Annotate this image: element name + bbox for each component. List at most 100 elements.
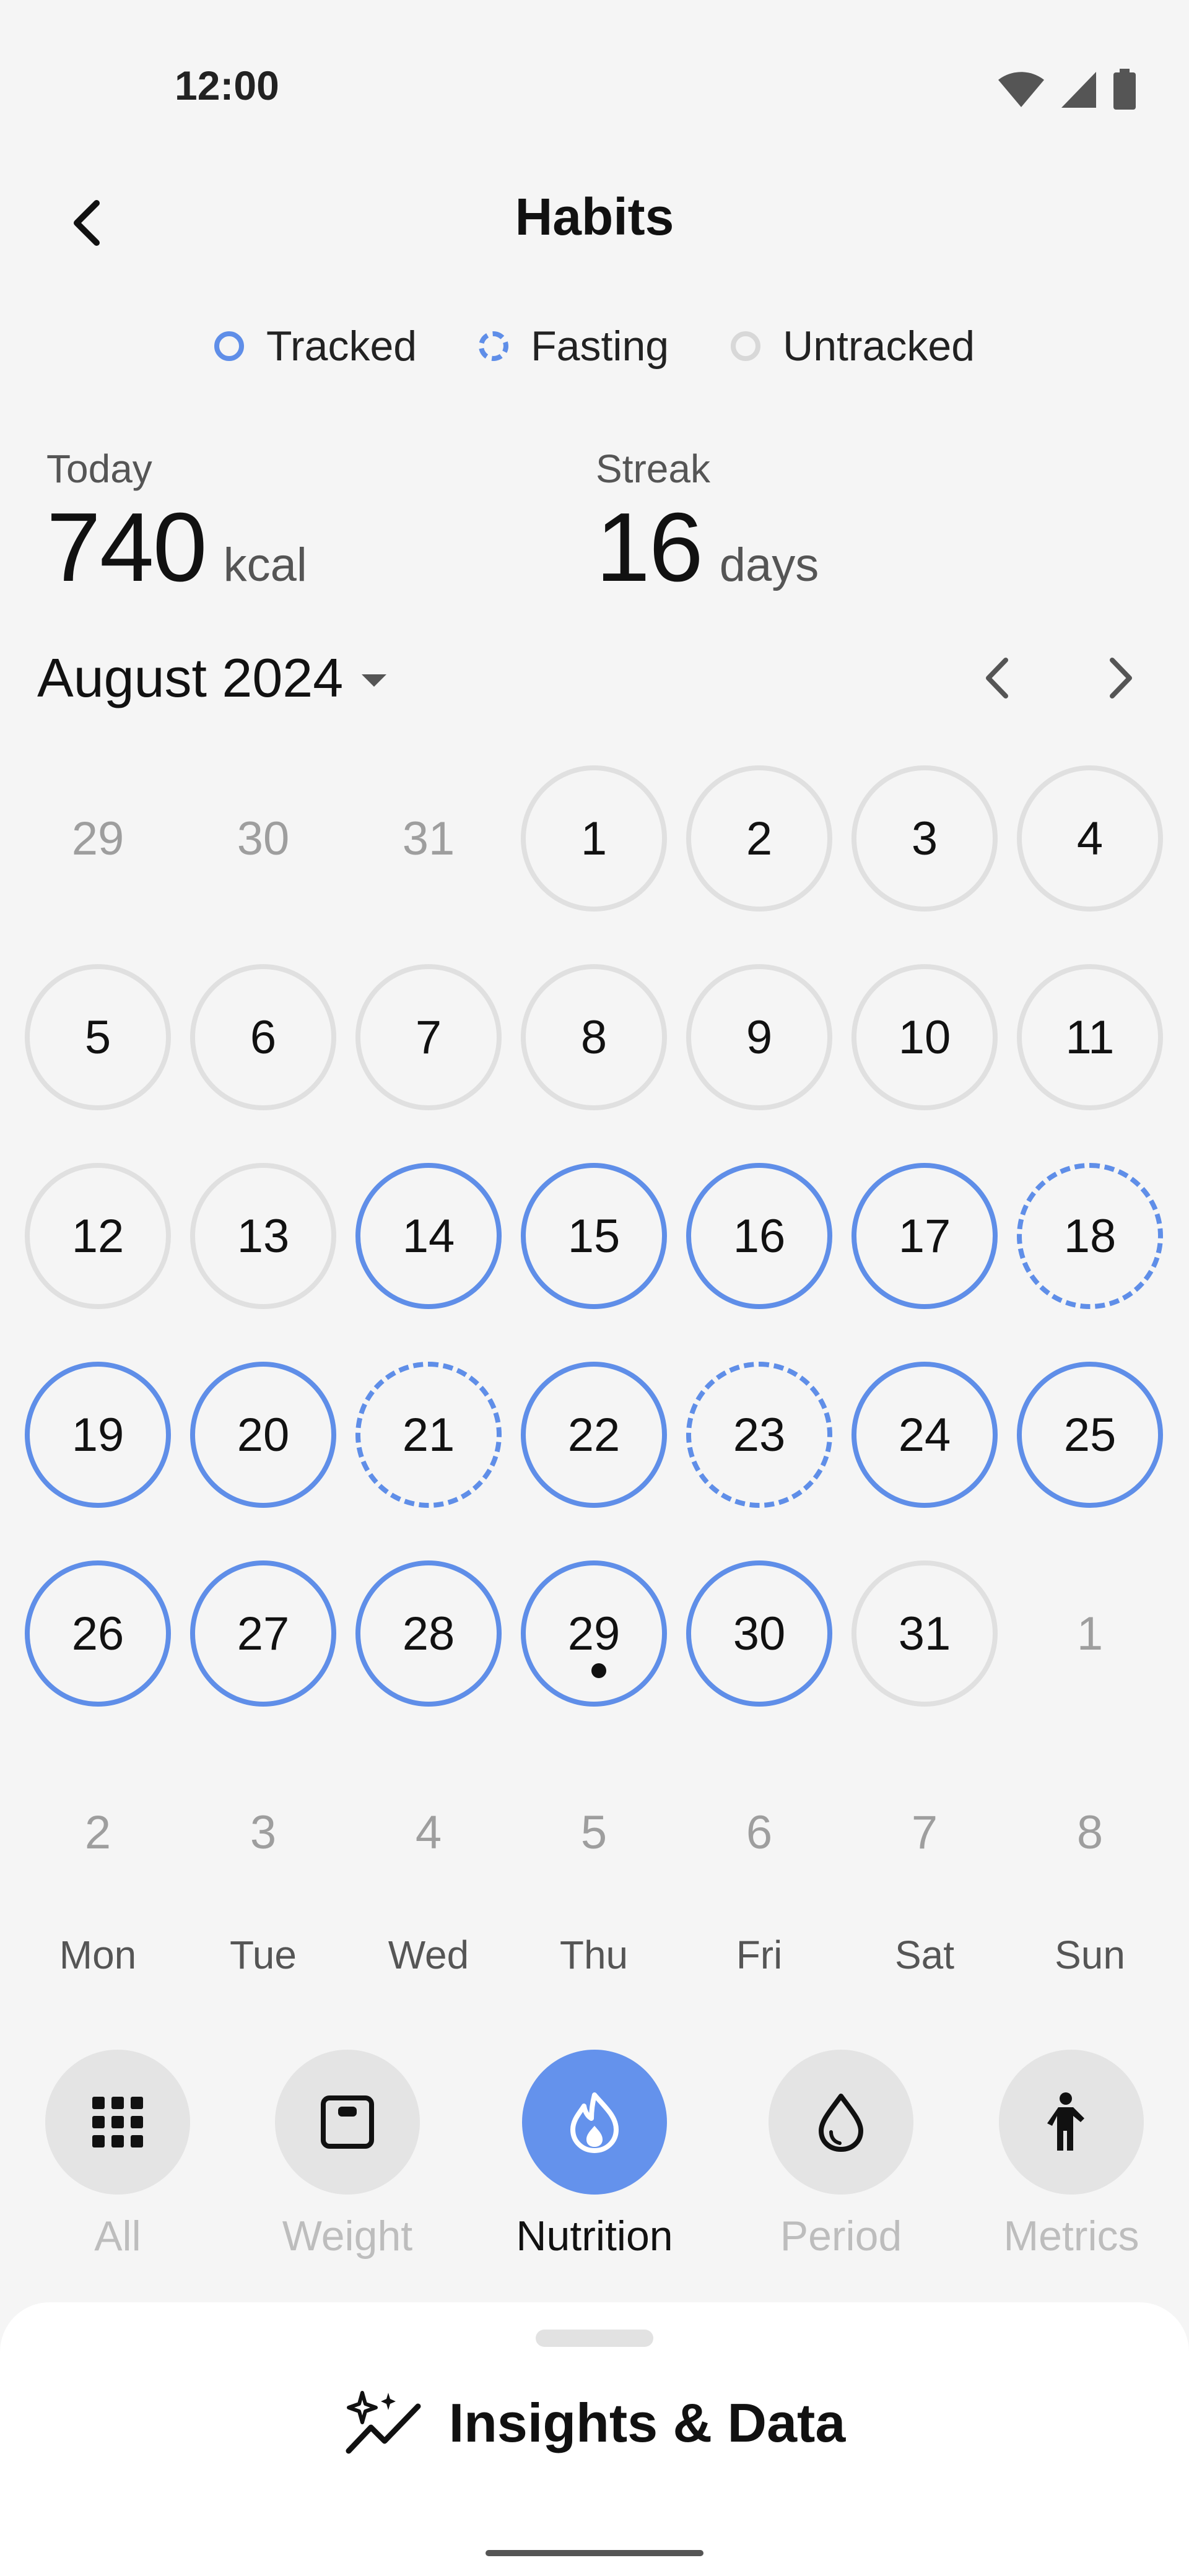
category-label: Period [780,2213,902,2260]
calendar-day-tracked[interactable]: 14 [355,1163,502,1309]
insights-button[interactable]: Insights & Data [0,2389,1189,2457]
calendar-day-number: 4 [415,1806,442,1859]
calendar-day-number: 1 [580,812,608,865]
calendar-day-number: 6 [250,1011,277,1064]
calendar-day-number: 23 [733,1408,786,1461]
calendar-day-fasting[interactable]: 21 [355,1362,502,1508]
calendar-day-untracked[interactable]: 5 [25,964,171,1110]
calendar-day-tracked[interactable]: 29 [521,1560,667,1707]
legend-item-tracked: Tracked [214,322,417,370]
category-all[interactable]: All [25,2050,211,2260]
calendar-day-untracked[interactable]: 31 [851,1560,998,1707]
calendar-day-untracked[interactable]: 11 [1017,964,1163,1110]
calendar-day-number: 2 [84,1806,111,1859]
calendar-day-number: 5 [84,1011,111,1064]
calendar-day-number: 17 [898,1209,951,1263]
calendar-day-untracked[interactable]: 3 [851,765,998,912]
month-header: August 2024 [37,641,1152,715]
month-dropdown[interactable]: August 2024 [37,646,387,710]
calendar-day-untracked[interactable]: 7 [355,964,502,1110]
calendar-day-number: 29 [71,812,124,865]
calendar-day-untracked[interactable]: 1 [521,765,667,912]
calendar-day-number: 20 [237,1408,290,1461]
weekday-label: Sat [894,1933,955,1977]
calendar-day-tracked[interactable]: 17 [851,1163,998,1309]
calendar-day-number: 10 [898,1011,951,1064]
calendar-week-row: 29 30 31 1 2 3 4 [0,765,1189,964]
calendar-day-fasting[interactable]: 18 [1017,1163,1163,1309]
calendar-day-fasting[interactable]: 23 [686,1362,832,1508]
calendar-day-number: 9 [746,1011,773,1064]
status-time: 12:00 [175,63,279,108]
category-metrics[interactable]: Metrics [978,2050,1164,2260]
insights-sheet[interactable]: Insights & Data [0,2302,1189,2576]
sheet-drag-handle[interactable] [536,2330,653,2347]
today-indicator-dot [591,1663,606,1678]
calendar-day-tracked[interactable]: 19 [25,1362,171,1508]
calendar-day-number: 6 [746,1806,773,1859]
calendar-day-untracked[interactable]: 13 [190,1163,336,1309]
calendar-day-number: 24 [898,1408,951,1461]
calendar-day-number: 11 [1065,1011,1115,1064]
flame-icon [570,2092,619,2153]
today-value: 740 [46,493,207,602]
calendar-day-tracked[interactable]: 26 [25,1560,171,1707]
previous-month-button[interactable] [966,647,1028,709]
calendar-day-tracked[interactable]: 24 [851,1362,998,1508]
category-tabs: All Weight Nutrition Period Metrics [0,2050,1189,2273]
category-period[interactable]: Period [748,2050,934,2260]
weekday-label: Wed [388,1933,469,1977]
fasting-dot-icon [479,331,509,361]
page-title: Habits [515,188,674,246]
caret-down-icon [362,674,387,687]
calendar-day-tracked[interactable]: 28 [355,1560,502,1707]
status-icons [997,68,1137,111]
calendar-day-untracked[interactable]: 4 [1017,765,1163,912]
calendar-day-outside: 5 [521,1759,667,1905]
calendar-week-row: 2 3 4 5 6 7 8 [0,1759,1189,1958]
calendar-day-untracked[interactable]: 2 [686,765,832,912]
calendar-day-untracked[interactable]: 12 [25,1163,171,1309]
legend: Tracked Fasting Untracked [0,322,1189,370]
calendar-day-untracked[interactable]: 10 [851,964,998,1110]
calendar-day-tracked[interactable]: 16 [686,1163,832,1309]
calendar-day-number: 31 [898,1607,951,1660]
calendar-day-tracked[interactable]: 15 [521,1163,667,1309]
wifi-icon [998,72,1044,107]
streak-value: 16 [596,493,703,602]
calendar-day-outside: 31 [355,765,502,912]
calendar-day-number: 3 [911,812,938,865]
calendar-day-tracked[interactable]: 30 [686,1560,832,1707]
calendar-day-number: 13 [237,1209,290,1263]
next-month-button[interactable] [1090,647,1152,709]
calendar-day-number: 29 [567,1607,621,1660]
calendar-day-tracked[interactable]: 20 [190,1362,336,1508]
calendar-day-tracked[interactable]: 27 [190,1560,336,1707]
calendar-day-untracked[interactable]: 9 [686,964,832,1110]
calendar-day-number: 30 [733,1607,786,1660]
calendar-week-row: 19 20 21 22 23 24 25 [0,1362,1189,1560]
grid-icon [92,2097,143,2147]
calendar-day-tracked[interactable]: 25 [1017,1362,1163,1508]
calendar-day-outside: 1 [1017,1560,1163,1707]
status-bar: 12:00 [0,0,1189,173]
weekday-label: Fri [736,1933,783,1977]
calendar-day-number: 25 [1063,1408,1117,1461]
streak-unit: days [719,539,819,591]
sparkle-chart-icon [346,2391,421,2454]
calendar-day-number: 8 [580,1011,608,1064]
calendar-week-row: 12 13 14 15 16 17 18 [0,1163,1189,1362]
untracked-dot-icon [731,331,761,361]
calendar-day-untracked[interactable]: 8 [521,964,667,1110]
today-label: Today [46,446,152,491]
today-stat: Today 740 kcal [46,446,307,597]
person-icon [1047,2092,1084,2151]
calendar-day-tracked[interactable]: 22 [521,1362,667,1508]
calendar-day-untracked[interactable]: 6 [190,964,336,1110]
category-nutrition[interactable]: Nutrition [502,2050,687,2260]
weekday-label: Sun [1055,1933,1125,1977]
category-weight[interactable]: Weight [255,2050,440,2260]
calendar-day-number: 18 [1063,1209,1117,1263]
legend-label: Fasting [531,323,669,370]
calendar-day-number: 28 [402,1607,455,1660]
